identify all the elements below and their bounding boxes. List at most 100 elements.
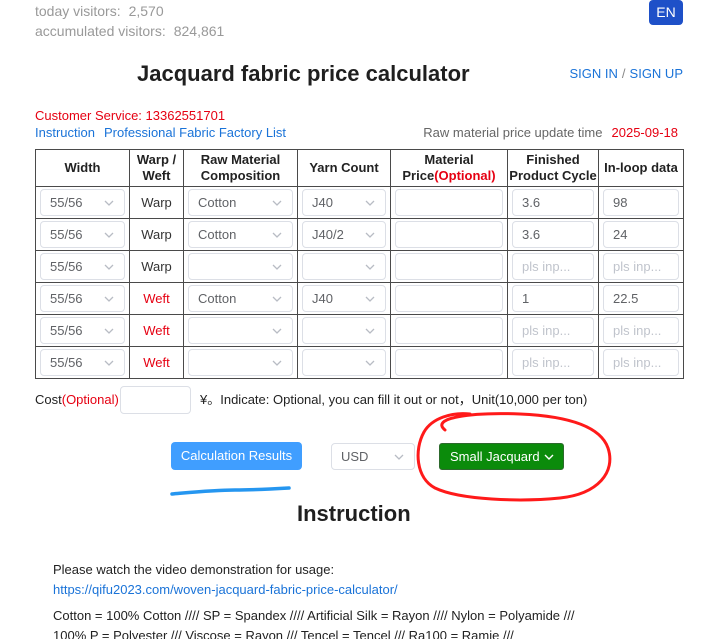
width-cell: 55/56 <box>35 218 130 251</box>
table-row: 55/56 Warp Cotton J40/2 3.6pls inp... 24… <box>35 218 684 251</box>
material-price-input[interactable] <box>395 285 503 312</box>
warp-weft-cell: Warp <box>129 250 184 283</box>
cycle-cell: pls inp... <box>507 250 599 283</box>
composition-select[interactable] <box>188 253 293 280</box>
material-price-input[interactable] <box>395 253 503 280</box>
cost-input[interactable] <box>120 386 191 414</box>
width-select[interactable]: 55/56 <box>40 221 125 248</box>
cycle-input[interactable]: pls inp... <box>512 317 594 344</box>
chevron-down-icon <box>104 200 114 206</box>
chevron-down-icon <box>365 200 375 206</box>
header-composition-line-2: Composition <box>200 168 281 183</box>
cycle-cell: 3.6pls inp... <box>507 186 599 219</box>
yarn-count-select[interactable] <box>302 349 386 376</box>
inloop-input[interactable]: 98pls inp... <box>603 189 679 216</box>
inloop-placeholder: pls inp... <box>613 259 662 274</box>
inloop-value: 24 <box>613 227 628 242</box>
composition-value: Cotton <box>198 227 237 242</box>
today-visitors: today visitors: 2,570 <box>35 1 164 21</box>
yarn-count-select[interactable]: J40/2 <box>302 221 386 248</box>
cycle-value: 1 <box>522 291 530 306</box>
width-value: 55/56 <box>50 355 83 370</box>
cycle-value: 3.6 <box>522 195 541 210</box>
cycle-input[interactable]: 3.6pls inp... <box>512 189 594 216</box>
composition-cell: Cotton <box>183 282 298 315</box>
material-price-input[interactable] <box>395 317 503 344</box>
calculate-button[interactable]: Calculation Results <box>171 442 302 470</box>
yarn-count-cell <box>297 314 391 347</box>
inloop-cell: pls inp... <box>598 346 684 379</box>
customer-service: Customer Service: 13362551701 <box>35 108 226 123</box>
chevron-down-icon <box>365 360 375 366</box>
auth-separator: / <box>621 66 626 81</box>
composition-cell: Cotton <box>183 186 298 219</box>
yarn-count-cell: J40 <box>297 186 391 219</box>
material-price-input[interactable] <box>395 221 503 248</box>
header-material-price: Material Price(Optional) <box>390 149 508 187</box>
video-instruction-text: Please watch the video demonstration for… <box>53 562 335 577</box>
composition-value: Cotton <box>198 195 237 210</box>
cycle-input[interactable]: pls inp... <box>512 253 594 280</box>
instruction-link[interactable]: Instruction <box>35 125 95 140</box>
cycle-input[interactable]: 1pls inp... <box>512 285 594 312</box>
composition-select[interactable]: Cotton <box>188 221 293 248</box>
yarn-count-select[interactable]: J40 <box>302 285 386 312</box>
factory-list-link[interactable]: Professional Fabric Factory List <box>104 125 286 140</box>
sign-up-link[interactable]: SIGN UP <box>630 66 683 81</box>
composition-cell: Cotton <box>183 218 298 251</box>
header-cycle-line-1: Finished <box>526 152 580 167</box>
composition-select[interactable]: Cotton <box>188 189 293 216</box>
composition-select[interactable] <box>188 317 293 344</box>
fabric-type-dropdown[interactable]: Small Jacquard <box>439 443 564 470</box>
currency-value: USD <box>341 449 369 464</box>
yarn-count-select[interactable] <box>302 317 386 344</box>
material-price-cell <box>390 218 508 251</box>
sign-in-link[interactable]: SIGN IN <box>570 66 618 81</box>
material-price-cell <box>390 346 508 379</box>
width-select[interactable]: 55/56 <box>40 285 125 312</box>
video-link[interactable]: https://qifu2023.com/woven-jacquard-fabr… <box>53 581 398 599</box>
header-width-label: Width <box>64 160 101 175</box>
price-update-info: Raw material price update time 2025-09-18 <box>423 124 678 142</box>
inloop-input[interactable]: pls inp... <box>603 253 679 280</box>
warp-weft-cell: Weft <box>129 282 184 315</box>
inloop-input[interactable]: pls inp... <box>603 317 679 344</box>
inloop-input[interactable]: pls inp... <box>603 349 679 376</box>
price-update-date: 2025-09-18 <box>611 125 679 140</box>
chevron-down-icon <box>272 360 282 366</box>
inloop-input[interactable]: 24pls inp... <box>603 221 679 248</box>
header-material-price-line-1: Material <box>424 152 474 167</box>
width-select[interactable]: 55/56 <box>40 253 125 280</box>
yarn-count-cell <box>297 250 391 283</box>
composition-select[interactable] <box>188 349 293 376</box>
header-warp-weft: Warp / Weft <box>129 149 184 187</box>
yarn-count-cell: J40 <box>297 282 391 315</box>
yarn-count-select[interactable] <box>302 253 386 280</box>
material-price-input[interactable] <box>395 349 503 376</box>
cost-note: ¥。Indicate: Optional, you can fill it ou… <box>200 392 588 407</box>
width-select[interactable]: 55/56 <box>40 349 125 376</box>
cycle-input[interactable]: 3.6pls inp... <box>512 221 594 248</box>
composition-select[interactable]: Cotton <box>188 285 293 312</box>
inloop-value: 22.5 <box>613 291 639 306</box>
material-price-input[interactable] <box>395 189 503 216</box>
inloop-input[interactable]: 22.5pls inp... <box>603 285 679 312</box>
currency-select[interactable]: USD <box>331 443 415 470</box>
accumulated-visitors: accumulated visitors: 824,861 <box>35 21 224 41</box>
table-row: 55/56 Warp Cotton J40 3.6pls inp... 98pl… <box>35 186 684 219</box>
cycle-input[interactable]: pls inp... <box>512 349 594 376</box>
page-title: Jacquard fabric price calculator <box>137 61 470 86</box>
width-select[interactable]: 55/56 <box>40 317 125 344</box>
blue-underline-annotation <box>170 486 291 496</box>
yarn-count-select[interactable]: J40 <box>302 189 386 216</box>
material-price-cell <box>390 314 508 347</box>
chevron-down-icon <box>544 454 554 460</box>
yarn-count-cell: J40/2 <box>297 218 391 251</box>
language-button[interactable]: EN <box>649 0 683 25</box>
width-select[interactable]: 55/56 <box>40 189 125 216</box>
cycle-cell: 1pls inp... <box>507 282 599 315</box>
composition-cell <box>183 346 298 379</box>
chevron-down-icon <box>365 296 375 302</box>
instruction-heading: Instruction <box>297 501 411 526</box>
width-value: 55/56 <box>50 259 83 274</box>
